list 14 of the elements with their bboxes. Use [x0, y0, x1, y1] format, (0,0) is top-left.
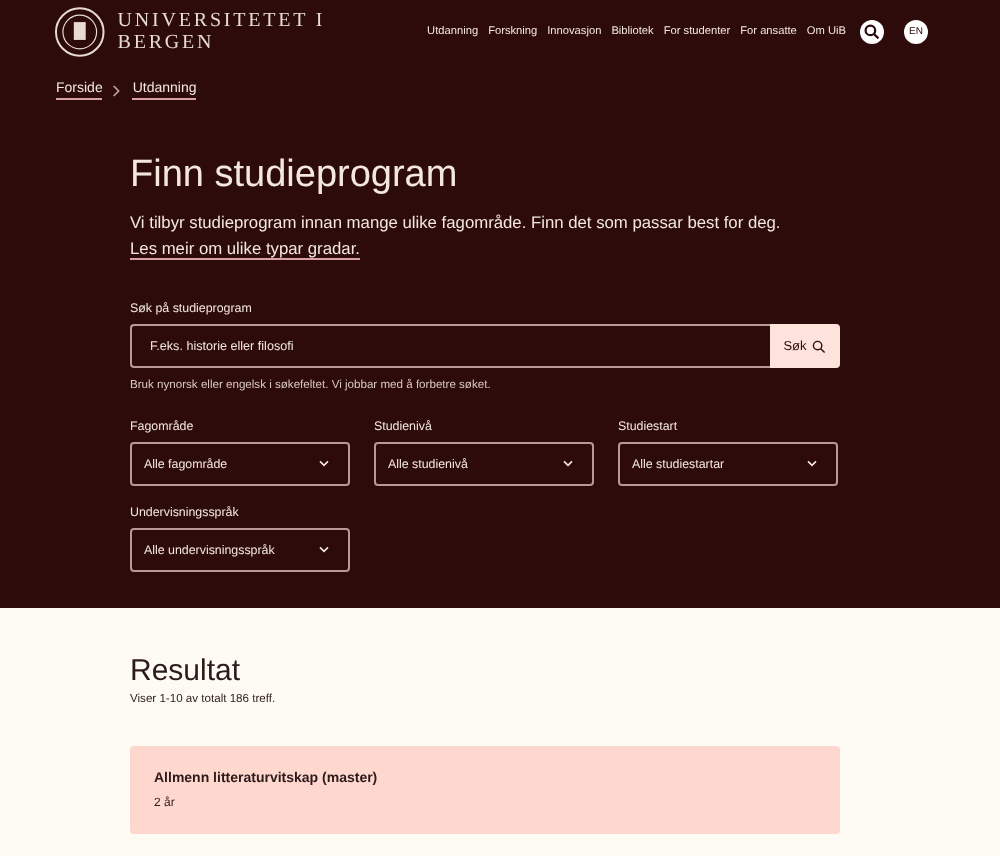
degree-types-link[interactable]: Les meir om ulike typar gradar.: [130, 238, 360, 260]
search-icon: [812, 339, 827, 353]
chevron-down-icon: [562, 460, 574, 468]
chevron-right-icon: [112, 84, 123, 98]
intro-text: Vi tilbyr studieprogram innan mange ulike fagområde. Finn det som passar best for deg. Les meir om ulike typar gradar.: [130, 210, 783, 262]
university-name[interactable]: UNIVERSITETET I BERGEN: [117, 10, 428, 54]
chevron-down-icon: [318, 546, 330, 554]
search-icon: [864, 24, 880, 40]
chevron-down-icon: [318, 460, 330, 468]
search-button[interactable]: [860, 20, 884, 44]
university-seal-icon[interactable]: [54, 6, 106, 58]
results-title: Resultat: [130, 654, 243, 688]
chevron-down-icon: [806, 460, 818, 468]
page-title: Finn studieprogram: [130, 154, 460, 198]
